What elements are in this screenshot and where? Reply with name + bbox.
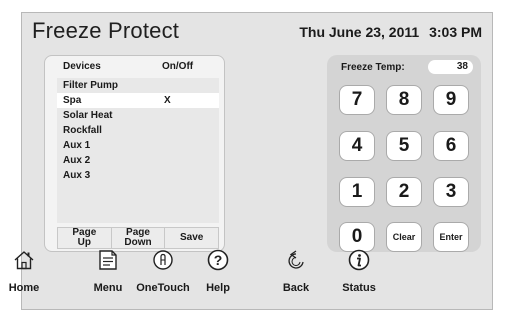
nav-help-label: Help: [206, 282, 230, 294]
onoff-column-header: On/Off: [162, 61, 194, 72]
date-display: Thu June 23, 2011: [299, 24, 420, 40]
page-down-button[interactable]: Page Down: [111, 227, 166, 249]
device-list: Filter Pump Spa X Solar Heat Rockfall Aux 1 Au…: [57, 78, 219, 223]
device-label: Rockfall: [63, 125, 102, 136]
key-6[interactable]: 6: [433, 131, 469, 161]
device-row[interactable]: Rockfall: [57, 123, 219, 138]
device-label: Solar Heat: [63, 110, 113, 121]
status-icon: [348, 249, 370, 271]
nav-onetouch-label: OneTouch: [136, 282, 190, 294]
key-4[interactable]: 4: [339, 131, 375, 161]
onetouch-icon: [153, 250, 173, 270]
freeze-temp-label: Freeze Temp:: [341, 62, 405, 73]
device-row[interactable]: Solar Heat: [57, 108, 219, 123]
nav-home[interactable]: Home: [3, 247, 45, 298]
freeze-temp-value[interactable]: 38: [428, 60, 473, 74]
device-label: Aux 1: [63, 140, 91, 151]
page-title: Freeze Protect: [32, 18, 180, 43]
nav-status-label: Status: [342, 282, 376, 294]
devices-panel: Devices On/Off Filter Pump Spa X Solar Heat…: [44, 55, 225, 252]
menu-icon: [99, 250, 117, 270]
page-up-button[interactable]: Page Up: [57, 227, 112, 249]
keypad-panel: Freeze Temp: 38 7 8 9 4 5 6 1 2 3 0 Clea…: [327, 55, 481, 252]
device-row[interactable]: Aux 3: [57, 168, 219, 183]
save-button[interactable]: Save: [165, 227, 220, 249]
back-icon: [288, 250, 304, 269]
home-icon: [14, 251, 34, 270]
device-label: Aux 3: [63, 170, 91, 181]
nav-back-label: Back: [282, 282, 310, 294]
key-5[interactable]: 5: [386, 131, 422, 161]
nav-onetouch[interactable]: OneTouch: [131, 247, 195, 298]
time-display: 3:03 PM: [429, 24, 482, 40]
device-label: Spa: [63, 95, 82, 106]
key-1[interactable]: 1: [339, 177, 375, 207]
key-8[interactable]: 8: [386, 85, 422, 115]
nav-status[interactable]: Status: [334, 247, 384, 298]
bottom-nav: Home Menu OneTouch ? Help Back Status: [0, 247, 512, 298]
device-onoff-state: X: [164, 95, 171, 106]
title-bar: Freeze Protect Thu June 23, 2011 3:03 PM: [22, 13, 492, 53]
nav-menu[interactable]: Menu: [88, 247, 128, 298]
device-list-buttons: Page Up Page Down Save: [57, 227, 220, 249]
help-icon: ?: [207, 249, 229, 271]
svg-text:?: ?: [214, 252, 223, 268]
key-7[interactable]: 7: [339, 85, 375, 115]
device-row[interactable]: Aux 1: [57, 138, 219, 153]
device-label: Filter Pump: [63, 80, 119, 91]
nav-back[interactable]: Back: [276, 247, 316, 298]
device-row[interactable]: Spa X: [57, 93, 219, 108]
nav-help[interactable]: ? Help: [197, 247, 239, 298]
nav-home-label: Home: [8, 282, 40, 294]
date-time: Thu June 23, 2011 3:03 PM: [299, 24, 482, 40]
device-row[interactable]: Aux 2: [57, 153, 219, 168]
key-2[interactable]: 2: [386, 177, 422, 207]
nav-menu-label: Menu: [93, 282, 123, 294]
key-3[interactable]: 3: [433, 177, 469, 207]
device-row[interactable]: Filter Pump: [57, 78, 219, 93]
devices-column-header: Devices: [63, 61, 101, 72]
device-list-header: Devices On/Off: [45, 56, 224, 74]
key-9[interactable]: 9: [433, 85, 469, 115]
device-label: Aux 2: [63, 155, 91, 166]
